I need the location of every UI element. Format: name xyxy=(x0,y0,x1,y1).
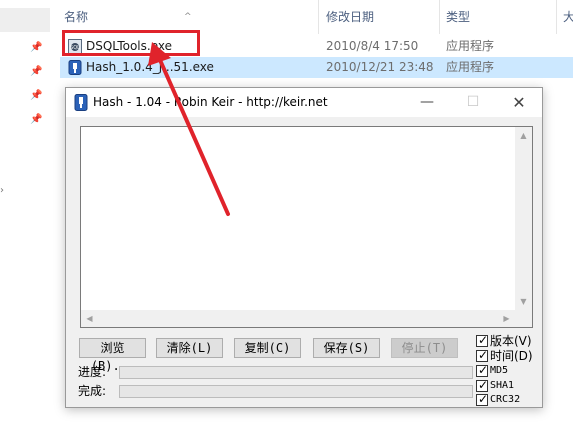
complete-progress-bar xyxy=(119,385,473,398)
checkmark-icon: ✓ xyxy=(478,333,489,347)
sort-up-icon: ^ xyxy=(184,12,192,22)
column-header-date[interactable]: 修改日期 xyxy=(326,0,374,34)
column-divider[interactable] xyxy=(439,0,440,34)
column-header-size[interactable]: 大 xyxy=(563,0,573,34)
option-label: SHA1 xyxy=(490,380,515,391)
option-label: 版本(V) xyxy=(490,334,532,348)
option-label: CRC32 xyxy=(490,394,521,405)
file-type: 应用程序 xyxy=(446,39,495,53)
file-date: 2010/12/21 23:48 xyxy=(326,60,434,74)
progress-label: 进度: xyxy=(78,365,107,379)
stop-button[interactable]: 停止(T) xyxy=(391,338,458,358)
scroll-down-arrow-icon[interactable]: ▼ xyxy=(515,293,532,310)
column-divider[interactable] xyxy=(556,0,557,34)
vertical-scrollbar[interactable]: ▲ ▼ xyxy=(515,127,532,310)
checkbox[interactable]: ✓ xyxy=(476,333,489,347)
complete-label: 完成: xyxy=(78,384,107,398)
column-header-size-label: 大 xyxy=(563,10,573,24)
hash-window: Hash - 1.04 - Robin Keir - http://keir.n… xyxy=(65,87,543,408)
option-label: MD5 xyxy=(490,365,509,376)
minimize-button[interactable]: — xyxy=(404,88,450,117)
expand-arrow-icon[interactable]: › xyxy=(0,185,4,196)
scroll-up-arrow-icon[interactable]: ▲ xyxy=(515,127,532,144)
column-header-type[interactable]: 类型 xyxy=(446,0,470,34)
close-button[interactable]: ✕ xyxy=(496,88,542,117)
window-title: Hash - 1.04 - Robin Keir - http://keir.n… xyxy=(93,95,328,109)
checkmark-icon: ✓ xyxy=(478,378,489,392)
file-name: Hash_1.0.4_j...51.exe xyxy=(86,60,214,74)
checkmark-icon: ✓ xyxy=(478,392,489,406)
checkmark-icon: ✓ xyxy=(478,348,489,362)
column-header-type-label: 类型 xyxy=(446,10,471,24)
checkbox[interactable]: ✓ xyxy=(476,348,489,362)
column-divider[interactable] xyxy=(318,0,319,34)
scrollbar-corner xyxy=(515,310,532,327)
checkbox[interactable]: ✓ xyxy=(476,363,489,377)
scroll-left-arrow-icon[interactable]: ◀ xyxy=(81,310,98,327)
navigation-pane: 📌 📌 📌 📌 › xyxy=(0,0,57,423)
column-header-date-label: 修改日期 xyxy=(326,10,375,24)
annotation-highlight-box xyxy=(62,30,200,56)
file-row-selected[interactable]: Hash_1.0.4_j...51.exe 2010/12/21 23:48 应… xyxy=(60,57,573,78)
title-bar[interactable]: Hash - 1.04 - Robin Keir - http://keir.n… xyxy=(66,88,542,117)
checkbox[interactable]: ✓ xyxy=(476,378,489,392)
file-type: 应用程序 xyxy=(446,60,495,74)
checkbox[interactable]: ✓ xyxy=(476,392,489,406)
hash-app-icon xyxy=(74,94,88,111)
pin-icon[interactable]: 📌 xyxy=(30,90,42,102)
progress-bar xyxy=(119,366,473,379)
maximize-button[interactable]: ☐ xyxy=(450,88,496,117)
checkmark-icon: ✓ xyxy=(478,363,489,377)
pin-icon[interactable]: 📌 xyxy=(30,42,42,54)
nav-selected-item[interactable] xyxy=(0,8,50,32)
scroll-right-arrow-icon[interactable]: ▶ xyxy=(498,310,515,327)
browse-button[interactable]: 浏览(B)... xyxy=(79,338,146,373)
file-date: 2010/8/4 17:50 xyxy=(326,39,419,53)
save-button[interactable]: 保存(S) xyxy=(313,338,380,358)
horizontal-scrollbar[interactable]: ◀ ▶ xyxy=(81,310,515,327)
column-header-name[interactable]: 名称 xyxy=(64,0,88,34)
hash-app-icon xyxy=(68,60,82,75)
pin-icon[interactable]: 📌 xyxy=(30,114,42,126)
column-header-name-label: 名称 xyxy=(64,10,89,24)
clear-button[interactable]: 清除(L) xyxy=(156,338,223,358)
option-label: 时间(D) xyxy=(490,349,533,363)
copy-button[interactable]: 复制(C) xyxy=(234,338,301,358)
hash-output-textarea[interactable]: ▲ ▼ ◀ ▶ xyxy=(80,126,533,328)
pin-icon[interactable]: 📌 xyxy=(30,66,42,78)
